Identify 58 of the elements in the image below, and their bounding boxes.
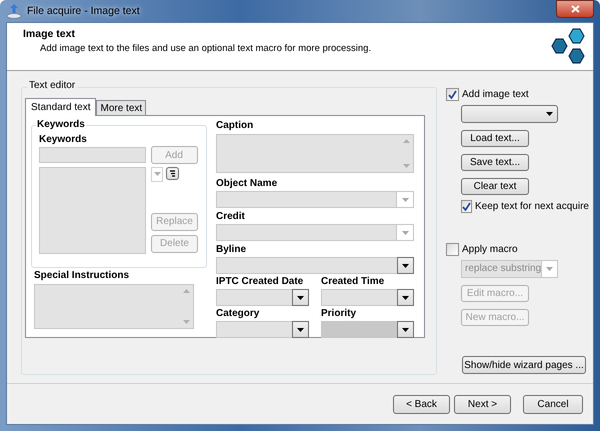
checkbox[interactable]: [446, 243, 459, 256]
caret-icon: [402, 328, 409, 332]
field-label: Priority: [321, 308, 358, 320]
field-label: Special Instructions: [34, 270, 130, 282]
app-icon: [6, 3, 22, 19]
tab[interactable]: Standard text: [25, 98, 96, 116]
header-subtitle: Add image text to the files and use an optional text macro for more processing.: [39, 42, 372, 54]
down-arrow-icon: [402, 164, 410, 168]
checkbox[interactable]: [461, 200, 472, 213]
down-arrow-icon: [182, 320, 190, 324]
button[interactable]: Save text...: [461, 154, 529, 171]
caret-icon: [297, 296, 304, 300]
caret-icon: [154, 172, 160, 176]
caret-icon: [546, 267, 554, 271]
button[interactable]: Next >: [454, 394, 511, 414]
checkbox[interactable]: [446, 88, 459, 101]
button[interactable]: Clear text: [461, 178, 529, 195]
dropdown-field[interactable]: [216, 289, 309, 306]
button[interactable]: Show/hide wizard pages ...: [462, 356, 586, 374]
caret-icon: [402, 264, 409, 268]
sort-button[interactable]: [166, 166, 178, 180]
button[interactable]: Cancel: [523, 394, 583, 414]
header-title: Image text: [23, 28, 76, 41]
dropdown-field[interactable]: [321, 289, 414, 306]
group-label: Keywords: [36, 119, 86, 131]
dropdown-field[interactable]: [321, 321, 414, 338]
close-button[interactable]: [556, 0, 594, 18]
caret-icon: [402, 230, 408, 234]
caret-icon: [402, 198, 408, 202]
up-arrow-icon: [402, 139, 410, 143]
field-label: Byline: [216, 244, 248, 256]
caret-icon: [402, 296, 409, 300]
checkbox-label: Apply macro: [462, 244, 518, 256]
field-label: Category: [216, 308, 260, 320]
dropdown-field[interactable]: [216, 321, 309, 338]
field-label: IPTC Created Date: [216, 276, 304, 288]
button[interactable]: < Back: [393, 394, 450, 414]
tab[interactable]: More text: [96, 100, 146, 115]
dropdown-field[interactable]: [461, 105, 558, 123]
up-arrow-icon: [182, 289, 190, 293]
input-field[interactable]: [39, 147, 146, 163]
window-title: File acquire - Image text: [27, 4, 140, 18]
field-label: Keywords: [39, 134, 88, 146]
field-label: Object Name: [216, 178, 278, 190]
button[interactable]: Load text...: [461, 130, 529, 147]
field-label: Created Time: [321, 276, 386, 288]
caret-icon: [546, 112, 553, 116]
field-label: Caption: [216, 120, 254, 132]
check-icon: [462, 202, 471, 211]
dropdown-field[interactable]: [216, 257, 414, 274]
check-icon: [448, 90, 457, 99]
caret-icon: [297, 328, 304, 332]
checkbox-label: Add image text: [462, 88, 529, 100]
close-icon: [570, 5, 580, 13]
field-label: Credit: [216, 211, 246, 223]
sort-icon: [168, 170, 176, 176]
checkbox-label: Keep text for next acquire: [475, 200, 589, 212]
combo-value: replace substring: [464, 262, 542, 276]
